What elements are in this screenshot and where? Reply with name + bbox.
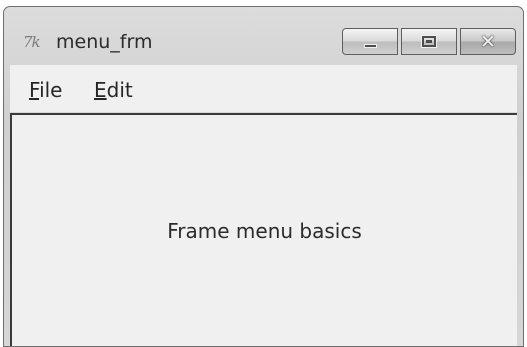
close-icon: ✕ [480, 31, 496, 53]
frame-content: Frame menu basics [10, 113, 517, 346]
content-label: Frame menu basics [167, 219, 362, 243]
menu-edit-mnemonic: E [94, 78, 107, 102]
minimize-icon [364, 44, 377, 48]
app-icon: 7k [23, 33, 41, 51]
caption-buttons: ✕ [342, 28, 516, 55]
minimize-button[interactable] [342, 28, 398, 55]
menu-bar: File Edit [10, 65, 517, 113]
menu-file[interactable]: File [29, 78, 62, 102]
title-bar[interactable]: 7k menu_frm ✕ [4, 7, 523, 65]
menu-file-label: ile [39, 78, 63, 102]
close-button[interactable]: ✕ [460, 28, 516, 55]
maximize-button[interactable] [401, 28, 457, 55]
maximize-icon [421, 35, 437, 48]
window-title: menu_frm [56, 31, 153, 53]
menu-edit[interactable]: Edit [94, 78, 133, 102]
menu-edit-label: dit [106, 78, 133, 102]
app-window: 7k menu_frm ✕ File Edit Frame menu basic… [3, 6, 524, 347]
menu-file-mnemonic: F [29, 78, 40, 102]
